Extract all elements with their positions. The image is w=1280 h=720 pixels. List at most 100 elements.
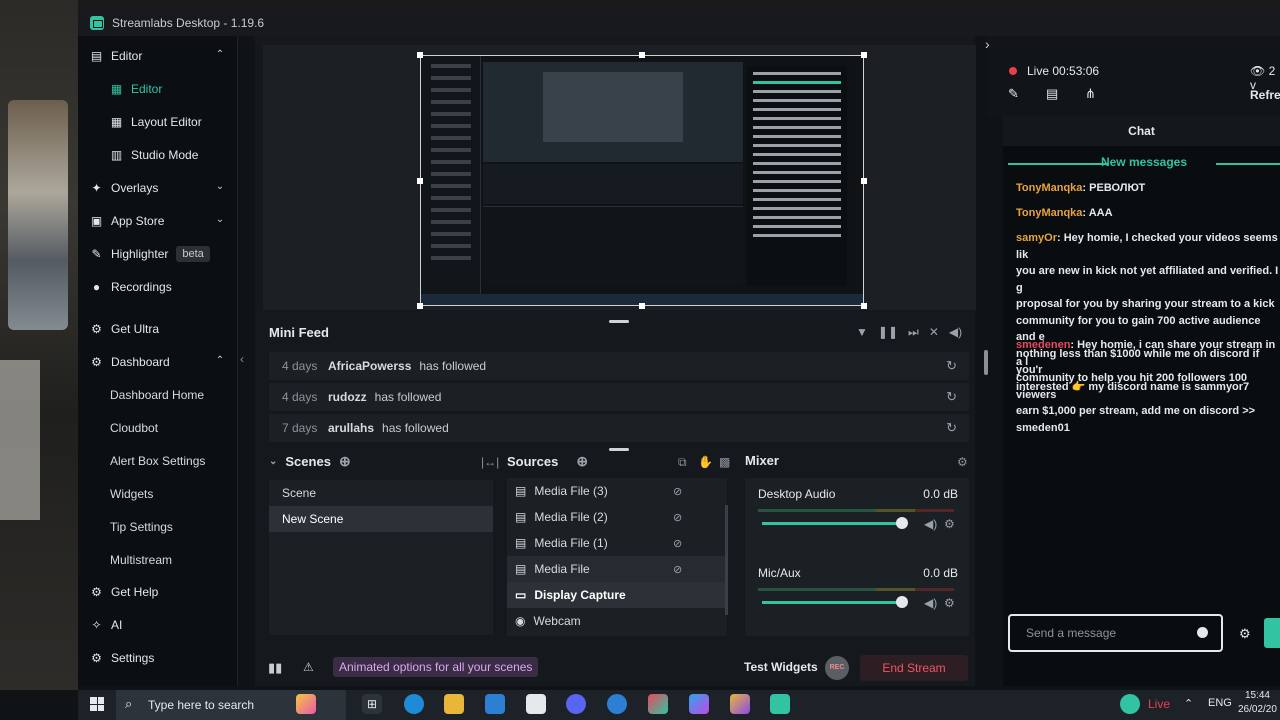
scene-transitions-icon[interactable]: |↔|	[481, 455, 499, 469]
app-diamond-icon[interactable]	[648, 694, 668, 714]
sidebar-item-get-ultra[interactable]: ⚙ Get Ultra	[78, 314, 236, 344]
sidebar-item-widgets[interactable]: Widgets	[78, 479, 236, 509]
hidden-eye-icon[interactable]: ⊘	[673, 511, 682, 524]
stream-preview[interactable]	[420, 55, 864, 306]
sources-scrollbar[interactable]	[725, 505, 728, 615]
chevron-up-icon[interactable]: ⌃	[214, 49, 226, 61]
channel-gear-icon[interactable]: ⚙	[944, 596, 955, 610]
chat-username[interactable]: smedenen	[1016, 339, 1070, 351]
chevron-up-icon[interactable]: ⌃	[1184, 697, 1196, 710]
volume-slider[interactable]	[762, 601, 902, 604]
chevron-down-icon[interactable]: ⌄	[214, 181, 226, 193]
source-item[interactable]: ◉ Webcam	[507, 608, 727, 634]
sidebar-item-recordings[interactable]: ● Recordings	[78, 272, 236, 302]
windows-start-icon[interactable]	[90, 697, 104, 711]
scene-item-selected[interactable]: New Scene	[269, 506, 493, 532]
chat-username[interactable]: TonyManqka	[1016, 182, 1082, 194]
sidebar-item-ai[interactable]: ✧ AI	[78, 610, 236, 640]
sidebar-item-editor-sub[interactable]: ▦ Editor	[78, 74, 236, 104]
emoji-icon[interactable]	[1197, 627, 1208, 638]
speaker-icon[interactable]: ◀)	[924, 596, 937, 610]
source-item[interactable]: ▤ Media File (1) ⊘	[507, 530, 727, 556]
volume-slider[interactable]	[762, 522, 902, 525]
source-item[interactable]: ▤ Media File (2) ⊘	[507, 504, 727, 530]
replay-icon[interactable]: ↻	[946, 420, 957, 436]
source-filter-icon[interactable]: ✋	[698, 455, 713, 469]
replay-icon[interactable]: ↻	[946, 358, 957, 374]
clock[interactable]: 15:44 26/02/20	[1238, 689, 1277, 717]
volume-slider-knob[interactable]	[896, 517, 908, 529]
resize-handle[interactable]	[417, 178, 423, 184]
tray-app-icon[interactable]	[1120, 694, 1140, 714]
sidebar-item-overlays[interactable]: ✦ Overlays ⌄	[78, 173, 236, 203]
source-item[interactable]: ▤ Media File (3) ⊘	[507, 478, 727, 504]
task-view-icon[interactable]: ⊞	[362, 694, 382, 714]
stats-bar-icon[interactable]: ▮▮	[268, 660, 282, 676]
scene-item[interactable]: Scene	[269, 480, 493, 506]
store-app-icon[interactable]	[526, 694, 546, 714]
add-scene-icon[interactable]: ⊕	[339, 453, 351, 470]
mail-icon[interactable]	[485, 694, 505, 714]
end-stream-button[interactable]: End Stream	[860, 655, 968, 681]
sidebar-item-alert-box-settings[interactable]: Alert Box Settings	[78, 446, 236, 476]
chevron-up-icon[interactable]: ⌃	[214, 355, 226, 367]
chat-username[interactable]: samyOr	[1016, 232, 1057, 244]
resize-handle[interactable]	[861, 52, 867, 58]
edit-pencil-icon[interactable]: ✎	[1008, 86, 1019, 102]
chat-send-button[interactable]	[1264, 618, 1280, 648]
copilot-sparkle-icon[interactable]	[296, 694, 316, 714]
feed-scrollbar[interactable]	[984, 350, 988, 375]
streamlabs-taskbar-icon[interactable]	[770, 694, 790, 714]
folder-icon[interactable]: ▩	[719, 455, 730, 469]
volume-icon[interactable]: ◀)	[949, 325, 962, 340]
source-item-hovered[interactable]: ▭ Display Capture	[507, 582, 727, 608]
splitter-handle[interactable]	[609, 320, 629, 323]
mixer-settings-gear-icon[interactable]: ⚙	[957, 455, 968, 469]
hidden-eye-icon[interactable]: ⊘	[673, 537, 682, 550]
notification-icon[interactable]: ⚠	[303, 660, 314, 674]
sidebar-item-app-store[interactable]: ▣ App Store ⌄	[78, 206, 236, 236]
sidebar-item-settings[interactable]: ⚙ Settings	[78, 643, 236, 673]
volume-slider-knob[interactable]	[896, 596, 908, 608]
app-icon[interactable]	[730, 694, 750, 714]
chevron-right-icon[interactable]: ›	[985, 36, 990, 52]
edge-browser-icon[interactable]	[404, 694, 424, 714]
chat-input[interactable]: Send a message	[1008, 614, 1223, 652]
sidebar-item-studio-mode[interactable]: ▥ Studio Mode	[78, 140, 236, 170]
add-source-icon[interactable]: ⊕	[576, 453, 588, 470]
sidebar-item-tip-settings[interactable]: Tip Settings	[78, 512, 236, 542]
filter-icon[interactable]: ▼	[856, 325, 868, 340]
refresh-button[interactable]: Refres	[1250, 88, 1280, 102]
source-item[interactable]: ▤ Media File ⊘	[507, 556, 727, 582]
file-explorer-icon[interactable]	[444, 694, 464, 714]
sidebar-item-cloudbot[interactable]: Cloudbot	[78, 413, 236, 443]
sidebar-item-get-help[interactable]: ⚙ Get Help	[78, 577, 236, 607]
chat-settings-gear-icon[interactable]: ⚙	[1239, 626, 1251, 642]
skip-icon[interactable]: ⏭	[908, 325, 919, 340]
hidden-eye-icon[interactable]: ⊘	[673, 485, 682, 498]
mute-alerts-icon[interactable]: ✕	[929, 325, 939, 340]
channel-gear-icon[interactable]: ⚙	[944, 517, 955, 531]
collapse-sidebar-chevron-icon[interactable]: ‹	[240, 352, 244, 366]
chevron-down-icon[interactable]: ⌄	[214, 214, 226, 226]
resize-handle[interactable]	[639, 303, 645, 309]
language-indicator[interactable]: ENG	[1208, 697, 1232, 709]
resize-handle[interactable]	[417, 52, 423, 58]
messenger-icon[interactable]	[607, 694, 627, 714]
pause-icon[interactable]: ❚❚	[878, 325, 898, 340]
sidebar-item-highlighter[interactable]: ✎ Highlighter beta	[78, 239, 236, 269]
sidebar-item-layout-editor[interactable]: ▦ Layout Editor	[78, 107, 236, 137]
share-icon[interactable]: ⋔	[1085, 86, 1096, 102]
resize-handle[interactable]	[417, 303, 423, 309]
collapse-chevron-icon[interactable]: ⌄	[269, 456, 277, 467]
test-widgets-button[interactable]: Test Widgets	[744, 660, 818, 674]
sidebar-item-dashboard-home[interactable]: Dashboard Home	[78, 380, 236, 410]
resize-handle[interactable]	[639, 52, 645, 58]
hidden-eye-icon[interactable]: ⊘	[673, 563, 682, 576]
speaker-icon[interactable]: ◀)	[924, 517, 937, 531]
splitter-handle[interactable]	[609, 448, 629, 451]
sidebar-item-dashboard[interactable]: ⚙ Dashboard ⌃	[78, 347, 236, 377]
replay-icon[interactable]: ↻	[946, 389, 957, 405]
resize-handle[interactable]	[861, 303, 867, 309]
app-icon[interactable]	[689, 694, 709, 714]
